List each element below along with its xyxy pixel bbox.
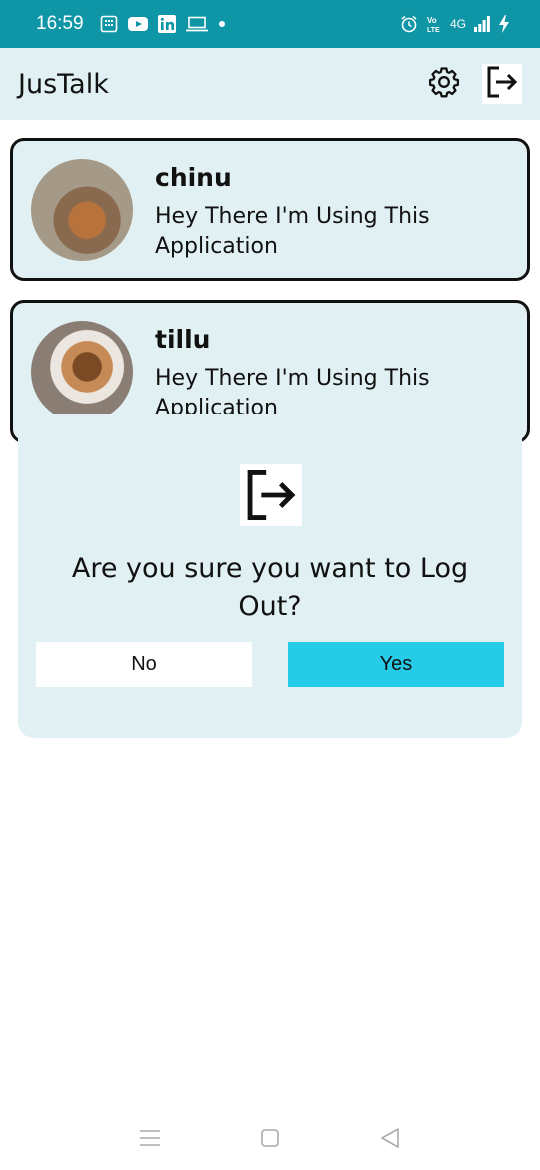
home-icon <box>260 1128 280 1152</box>
settings-button[interactable] <box>424 64 464 104</box>
dot-icon <box>218 20 226 28</box>
app-actions <box>424 64 522 104</box>
app-title: JusTalk <box>18 68 109 100</box>
alarm-icon <box>400 15 418 33</box>
chat-text: chinu Hey There I'm Using This Applicati… <box>155 163 445 262</box>
network-label: 4G <box>449 17 466 31</box>
chat-item-chinu[interactable]: chinu Hey There I'm Using This Applicati… <box>10 138 530 281</box>
linkedin-icon <box>157 15 176 33</box>
svg-text:LTE: LTE <box>427 27 440 33</box>
status-left: 16:59 <box>36 13 226 35</box>
charging-icon <box>498 15 510 33</box>
logout-dialog: Are you sure you want to Log Out? No Yes <box>18 414 522 738</box>
back-button[interactable] <box>370 1120 410 1160</box>
calendar-icon <box>100 15 118 33</box>
youtube-icon <box>127 16 148 32</box>
status-right: Vo LTE 4G <box>400 15 510 33</box>
logout-icon <box>484 64 520 104</box>
logout-icon <box>240 464 302 526</box>
home-button[interactable] <box>250 1120 290 1160</box>
navigation-bar <box>0 1110 540 1170</box>
avatar <box>31 321 133 423</box>
menu-icon <box>139 1129 161 1151</box>
logout-button[interactable] <box>482 64 522 104</box>
chat-status: Hey There I'm Using This Application <box>155 204 430 259</box>
menu-button[interactable] <box>130 1120 170 1160</box>
gear-icon <box>427 65 461 103</box>
volte-icon: Vo LTE <box>426 15 442 33</box>
back-icon <box>379 1127 401 1153</box>
yes-button[interactable]: Yes <box>288 642 504 687</box>
chat-name: chinu <box>155 163 232 192</box>
no-button[interactable]: No <box>36 642 252 687</box>
status-bar: 16:59 Vo LTE 4G <box>0 0 540 48</box>
svg-text:Vo: Vo <box>427 16 437 25</box>
avatar <box>31 159 133 261</box>
signal-icon <box>474 16 490 32</box>
app-bar: JusTalk <box>0 48 540 120</box>
chat-name: tillu <box>155 325 211 354</box>
status-time: 16:59 <box>36 13 84 34</box>
laptop-icon <box>185 16 208 32</box>
chat-text: tillu Hey There I'm Using This Applicati… <box>155 325 445 424</box>
dialog-message: Are you sure you want to Log Out? <box>71 553 469 622</box>
